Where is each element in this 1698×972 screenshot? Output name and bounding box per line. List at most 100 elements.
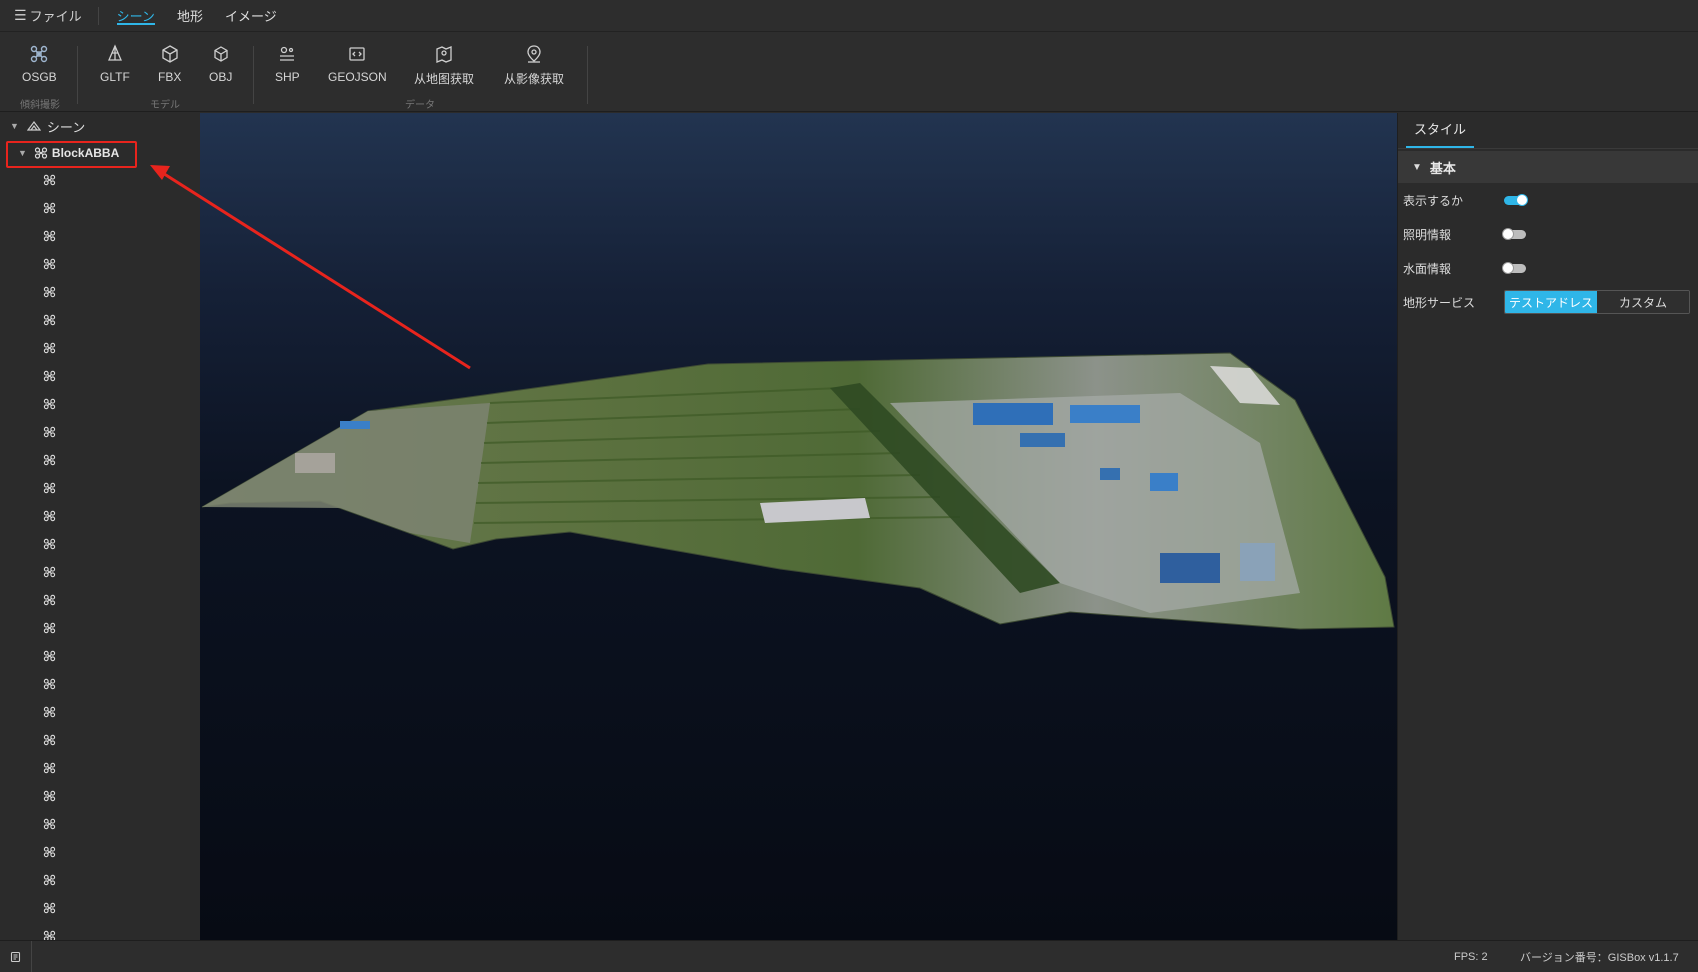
tree-child-item[interactable] [0,643,200,671]
obj-cube-icon [210,44,232,64]
tab-image[interactable]: イメージ [225,0,277,31]
tree-child-item[interactable] [0,783,200,811]
obj-label: OBJ [209,70,233,84]
visible-toggle[interactable] [1504,193,1528,206]
tree-node-blockabba[interactable]: ▼ BlockABBA [0,139,200,167]
tree-child-item[interactable] [0,195,200,223]
tab-terrain[interactable]: 地形 [177,0,203,31]
tree-child-item[interactable] [0,279,200,307]
drone-icon [43,258,56,273]
drone-icon [34,147,48,159]
group-model-label: モデル [150,100,180,111]
osgb-label: OSGB [22,70,57,84]
group-data-label: データ [405,100,435,111]
row-lighting: 照明情報 [1398,217,1698,251]
terrain-service-label: 地形サービス [1403,295,1476,310]
lighting-toggle[interactable] [1502,227,1526,240]
tree-child-item[interactable] [0,587,200,615]
3d-viewport[interactable] [200,113,1397,940]
tree-child-item[interactable] [0,167,200,195]
tree-child-item[interactable] [0,755,200,783]
fbx-button[interactable]: FBX [158,44,181,94]
drone-icon [28,44,50,64]
tab-style[interactable]: スタイル [1406,119,1475,148]
toggle-knob [1502,261,1514,274]
fbx-cube-icon [159,44,181,64]
gltf-button[interactable]: GLTF [100,44,130,94]
water-label: 水面情報 [1403,261,1452,276]
tree-child-item[interactable] [0,531,200,559]
map-pin-icon [433,44,455,64]
from-map-button[interactable]: 从地图获取 [414,44,474,94]
water-toggle[interactable] [1502,261,1526,274]
drone-icon [43,762,56,777]
tree-child-item[interactable] [0,867,200,895]
tree-child-item[interactable] [0,699,200,727]
tree-node-label: BlockABBA [51,146,120,160]
tree-child-item[interactable] [0,251,200,279]
drone-icon [43,174,56,189]
tree-root-label: シーン [46,119,86,135]
drone-icon [43,286,56,301]
tree-child-item[interactable] [0,447,200,475]
drone-icon [43,230,56,245]
ribbon-toolbar: OSGB 傾斜撮影 GLTF FBX OBJ モデル SHP GEOJSON 从… [0,32,1698,112]
group-oblique-label: 傾斜撮影 [20,100,60,111]
terrain-service-selector: テストアドレス カスタム [1504,290,1690,314]
ribbon-divider [253,46,254,104]
osgb-button[interactable]: OSGB [22,44,57,94]
lighting-label: 照明情報 [1403,227,1452,242]
caret-down-icon[interactable]: ▼ [18,148,27,158]
drone-icon [43,790,56,805]
drone-icon [43,874,56,889]
obj-button[interactable]: OBJ [209,44,232,94]
section-basic[interactable]: ▼ 基本 [1398,151,1698,183]
tree-root-scene[interactable]: ▼ シーン [0,113,200,139]
shp-layers-icon [276,44,298,64]
tree-child-item[interactable] [0,475,200,503]
tree-child-item[interactable] [0,223,200,251]
drone-icon [43,454,56,469]
drone-icon [43,734,56,749]
drone-icon [43,538,56,553]
terrain-option-test-address[interactable]: テストアドレス [1505,291,1597,313]
tree-child-item[interactable] [0,391,200,419]
file-menu[interactable]: ☰ ファイル [0,6,99,25]
tree-child-item[interactable] [0,307,200,335]
terrain-option-custom[interactable]: カスタム [1597,291,1689,313]
tree-child-item[interactable] [0,671,200,699]
tree-child-item[interactable] [0,503,200,531]
fps-readout: FPS: 2 [1454,950,1488,963]
log-icon[interactable] [0,941,32,972]
drone-icon [43,706,56,721]
toggle-knob [1502,227,1514,240]
tree-child-item[interactable] [0,363,200,391]
tree-child-item[interactable] [0,419,200,447]
image-pin-icon [523,44,545,64]
drone-icon [43,650,56,665]
row-water: 水面情報 [1398,251,1698,285]
tree-child-item[interactable] [0,727,200,755]
oblique-model-render [201,352,1395,630]
drone-icon [43,930,56,940]
style-panel-tabs: スタイル [1398,113,1698,149]
drone-icon [43,482,56,497]
caret-down-icon[interactable]: ▼ [10,121,19,131]
drone-icon [43,566,56,581]
caret-down-icon[interactable]: ▼ [1412,162,1422,173]
scene-tree-panel: ▼ シーン ▼ BlockABBA [0,113,200,940]
tree-child-item[interactable] [0,895,200,923]
tree-child-item[interactable] [0,559,200,587]
tab-scene[interactable]: シーン [116,0,156,31]
tree-child-item[interactable] [0,811,200,839]
style-panel: スタイル ▼ 基本 表示するか 照明情報 水面情報 地形サービス テストアドレス… [1397,113,1698,940]
tree-child-item[interactable] [0,615,200,643]
tree-child-item[interactable] [0,923,200,940]
tree-child-item[interactable] [0,335,200,363]
tree-child-item[interactable] [0,839,200,867]
shp-button[interactable]: SHP [275,44,300,94]
hamburger-icon: ☰ [14,7,27,23]
geojson-button[interactable]: GEOJSON [328,44,387,94]
toggle-knob [1516,193,1528,206]
from-image-button[interactable]: 从影像获取 [504,44,564,94]
